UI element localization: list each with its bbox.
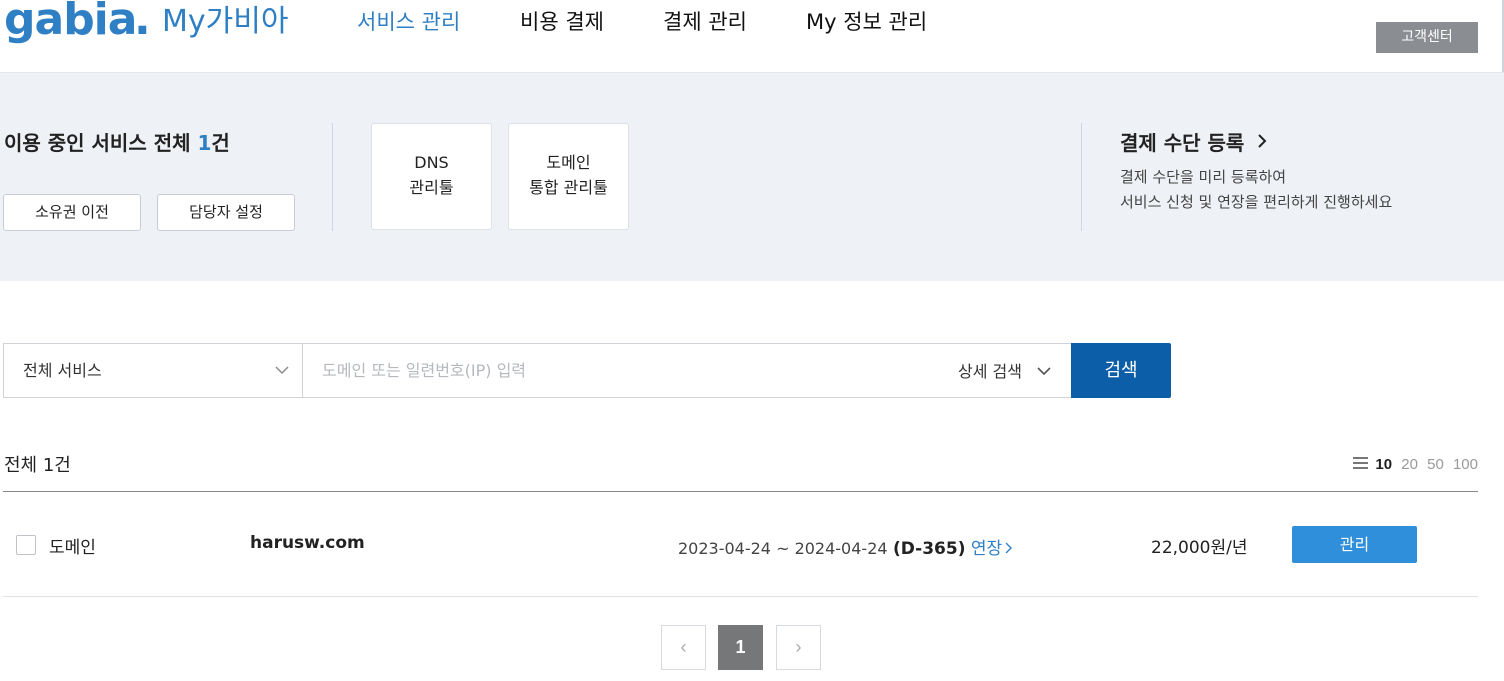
extend-label: 연장 bbox=[970, 539, 1003, 559]
payment-register-link[interactable]: 결제 수단 등록 bbox=[1120, 127, 1267, 156]
detail-search-toggle[interactable]: 상세 검색 bbox=[958, 344, 1051, 397]
dns-tool-line1: DNS bbox=[414, 153, 449, 172]
service-period-cell: 2023-04-24 ~ 2024-04-24 (D-365) 연장 bbox=[678, 534, 1013, 559]
row-checkbox[interactable] bbox=[16, 535, 36, 555]
payment-desc-line2: 서비스 신청 및 연장을 편리하게 진행하세요 bbox=[1120, 193, 1393, 211]
bell-icon[interactable] bbox=[1316, 0, 1330, 5]
utility-bar bbox=[1190, 0, 1490, 8]
summary-divider-left bbox=[332, 123, 333, 231]
service-count: 1 bbox=[197, 131, 212, 155]
pagination-next-button[interactable]: › bbox=[776, 625, 821, 670]
domain-tool-line2: 통합 관리툴 bbox=[529, 178, 608, 197]
page-size-50[interactable]: 50 bbox=[1427, 456, 1444, 473]
page-size-20[interactable]: 20 bbox=[1401, 456, 1418, 473]
logo-dot: . bbox=[134, 0, 151, 45]
extend-link[interactable]: 연장 bbox=[970, 539, 1013, 559]
detail-search-label: 상세 검색 bbox=[958, 362, 1022, 381]
service-count-heading: 이용 중인 서비스 전체 1건 bbox=[4, 127, 230, 156]
page-size-10[interactable]: 10 bbox=[1375, 456, 1392, 473]
table-row: 도메인 harusw.com 2023-04-24 ~ 2024-04-24 (… bbox=[3, 492, 1478, 597]
summary-divider-right bbox=[1081, 123, 1082, 231]
domain-tool-card[interactable]: 도메인 통합 관리툴 bbox=[508, 123, 629, 230]
chevron-right-icon bbox=[1257, 130, 1267, 154]
days-remaining: (D-365) bbox=[892, 539, 966, 559]
search-input[interactable] bbox=[304, 344, 944, 397]
page-size-selector: 10 20 50 100 bbox=[1353, 456, 1478, 473]
domain-tool-line1: 도메인 bbox=[546, 153, 591, 172]
page-size-100[interactable]: 100 bbox=[1453, 456, 1478, 473]
payment-register-description: 결제 수단을 미리 등록하여 서비스 신청 및 연장을 편리하게 진행하세요 bbox=[1120, 165, 1392, 215]
dns-tool-line2: 관리툴 bbox=[409, 178, 454, 197]
chevron-down-icon bbox=[1037, 344, 1051, 397]
contact-settings-button[interactable]: 담당자 설정 bbox=[157, 194, 295, 231]
list-menu-icon bbox=[1353, 457, 1369, 470]
ownership-transfer-button[interactable]: 소유권 이전 bbox=[3, 194, 141, 231]
chevron-down-icon bbox=[275, 343, 289, 396]
app-title[interactable]: My가비아 bbox=[162, 0, 288, 40]
dns-tool-card[interactable]: DNS 관리툴 bbox=[371, 123, 492, 230]
nav-billing[interactable]: 비용 결제 bbox=[520, 6, 604, 36]
summary-band: 이용 중인 서비스 전체 1건 소유권 이전 담당자 설정 DNS 관리툴 도메… bbox=[0, 73, 1504, 281]
nav-my-info[interactable]: My 정보 관리 bbox=[806, 6, 927, 36]
nav-service-management[interactable]: 서비스 관리 bbox=[357, 6, 460, 36]
payment-desc-line1: 결제 수단을 미리 등록하여 bbox=[1120, 168, 1287, 186]
service-type: 도메인 bbox=[49, 538, 96, 558]
chevron-right-icon bbox=[1005, 539, 1013, 559]
header: gabia . My가비아 서비스 관리 비용 결제 결제 관리 My 정보 관… bbox=[0, 0, 1504, 72]
service-type-select[interactable]: 전체 서비스 bbox=[4, 344, 303, 397]
service-type-value: 전체 서비스 bbox=[23, 361, 102, 380]
search-bar: 전체 서비스 상세 검색 bbox=[3, 343, 1072, 398]
price: 22,000원/년 bbox=[1151, 538, 1248, 558]
customer-center-button[interactable]: 고객센터 bbox=[1376, 22, 1478, 53]
search-button[interactable]: 검색 bbox=[1071, 343, 1171, 398]
pagination-prev-button[interactable]: ‹ bbox=[661, 625, 706, 670]
payment-register-title: 결제 수단 등록 bbox=[1120, 131, 1245, 155]
nav-payment-management[interactable]: 결제 관리 bbox=[663, 6, 747, 36]
service-period: 2023-04-24 ~ 2024-04-24 bbox=[678, 539, 888, 558]
service-count-label: 이용 중인 서비스 전체 bbox=[4, 131, 191, 155]
logo-wordmark: gabia bbox=[4, 0, 137, 45]
manage-button[interactable]: 관리 bbox=[1292, 526, 1417, 563]
cart-icon[interactable] bbox=[1358, 0, 1372, 5]
domain-name[interactable]: harusw.com bbox=[250, 533, 365, 553]
list-total-count: 전체 1건 bbox=[4, 455, 71, 476]
service-count-unit: 건 bbox=[211, 131, 230, 155]
pagination-page-1[interactable]: 1 bbox=[718, 625, 763, 670]
